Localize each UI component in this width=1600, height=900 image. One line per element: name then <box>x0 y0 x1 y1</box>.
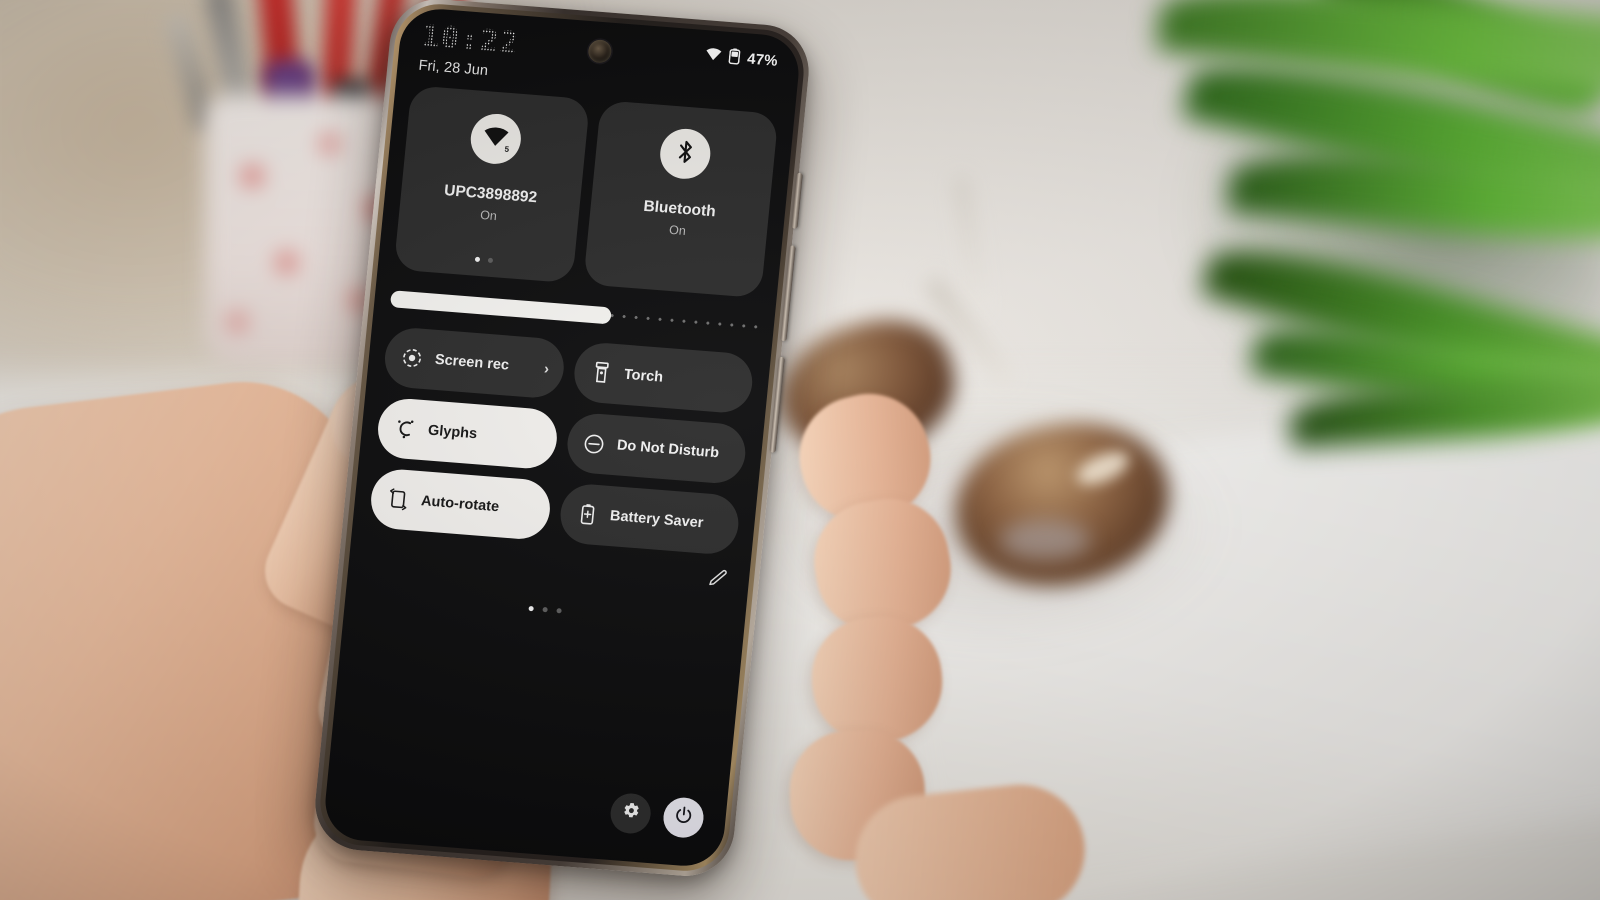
auto-rotate-icon <box>386 488 410 512</box>
glyph-icon <box>393 417 417 441</box>
bluetooth-tile-icon-circle[interactable] <box>657 126 713 181</box>
bluetooth-state-label: On <box>668 222 687 239</box>
do-not-disturb-icon <box>582 432 606 456</box>
clock: 10:22 <box>419 18 521 62</box>
pager-dot[interactable] <box>556 608 562 614</box>
wifi-icon: 5 <box>482 126 510 153</box>
tile-do-not-disturb[interactable]: Do Not Disturb <box>564 411 749 486</box>
qs-pager[interactable] <box>528 605 562 614</box>
battery-icon <box>728 47 741 68</box>
wifi-ssid-label: UPC3898892 <box>443 182 538 207</box>
bluetooth-icon <box>675 138 696 170</box>
wifi-tile-pager[interactable] <box>474 256 494 264</box>
pager-dot[interactable] <box>487 257 494 264</box>
wifi-standard-badge: 5 <box>504 144 510 154</box>
tile-torch[interactable]: Torch <box>571 340 755 415</box>
wifi-state-label: On <box>479 207 498 224</box>
pager-dot[interactable] <box>528 605 534 612</box>
pager-dot[interactable] <box>542 606 548 613</box>
tile-label: Auto-rotate <box>420 493 500 516</box>
screen-record-icon <box>400 346 424 370</box>
clock-block: 10:22 Fri, 28 Jun <box>417 18 521 81</box>
pencil-icon[interactable] <box>707 568 728 593</box>
sunglasses-highlight <box>1000 520 1090 560</box>
tile-grid: Screen rec › Torch Glyphs Do Not Disturb… <box>368 326 755 556</box>
brightness-fill[interactable] <box>389 289 612 324</box>
torch-icon <box>589 361 613 385</box>
tile-label: Glyphs <box>427 422 478 443</box>
large-tiles-row: 5 UPC3898892 On Bluetooth On <box>393 85 779 299</box>
battery-saver-icon <box>575 502 599 526</box>
tile-label: Screen rec <box>434 351 510 374</box>
settings-button[interactable] <box>608 792 653 835</box>
tile-label: Battery Saver <box>609 508 705 532</box>
battery-percent: 47% <box>746 49 779 70</box>
power-icon <box>672 804 694 830</box>
tile-label: Do Not Disturb <box>616 437 720 462</box>
phone-device: 47% 10:22 Fri, 28 Jun 5 UPC3898892 On Bl… <box>310 0 814 880</box>
wifi-tile-icon-circle[interactable]: 5 <box>468 112 524 166</box>
chevron-right-icon[interactable]: › <box>543 360 550 377</box>
phone-frame: 47% 10:22 Fri, 28 Jun 5 UPC3898892 On Bl… <box>310 0 814 880</box>
tile-screen-record[interactable]: Screen rec › <box>382 326 567 400</box>
tile-bluetooth[interactable]: Bluetooth On <box>582 100 779 299</box>
date-label: Fri, 28 Jun <box>417 57 489 80</box>
phone-screen: 47% 10:22 Fri, 28 Jun 5 UPC3898892 On Bl… <box>321 6 803 869</box>
quick-settings-panel: 5 UPC3898892 On Bluetooth On Screen rec … <box>322 84 795 869</box>
wifi-icon <box>705 47 724 64</box>
tile-glyphs[interactable]: Glyphs <box>375 396 560 471</box>
bluetooth-label: Bluetooth <box>642 197 717 221</box>
power-button[interactable] <box>661 796 706 840</box>
quick-settings-bottom-bar <box>608 792 706 840</box>
tile-battery-saver[interactable]: Battery Saver <box>557 482 742 556</box>
tile-label: Torch <box>623 366 664 386</box>
pager-dot[interactable] <box>474 256 481 263</box>
status-bar-right: 47% <box>704 46 779 71</box>
photo-scene: 47% 10:22 Fri, 28 Jun 5 UPC3898892 On Bl… <box>0 0 1600 900</box>
tile-auto-rotate[interactable]: Auto-rotate <box>368 467 553 542</box>
gear-icon <box>620 801 641 826</box>
tile-wifi[interactable]: 5 UPC3898892 On <box>393 85 590 284</box>
